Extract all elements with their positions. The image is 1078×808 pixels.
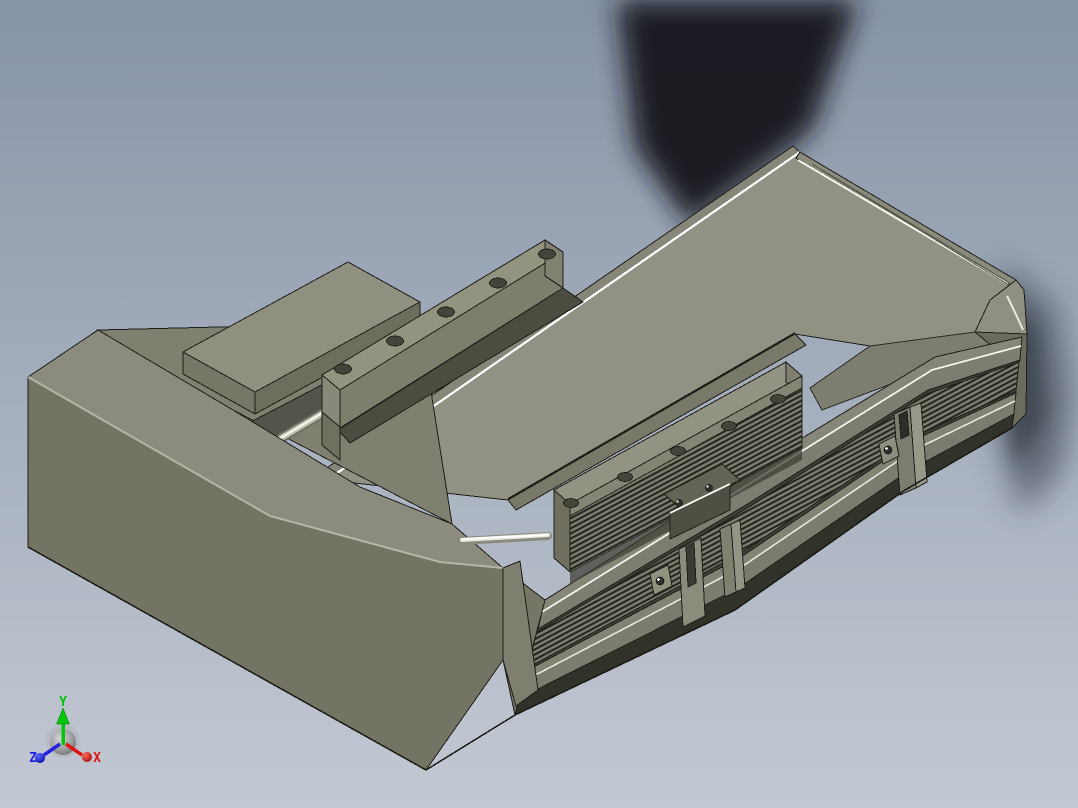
- axis-y-label: Y: [59, 695, 67, 710]
- axis-z-label: Z: [29, 751, 37, 766]
- sensor-dog-hole-center: [655, 576, 665, 586]
- bracket-right-slot: [898, 410, 910, 440]
- bracket-fork-slot: [685, 542, 697, 588]
- sensor-dog-glint-center: [657, 578, 660, 581]
- sensor-dog-hole-right: [883, 445, 893, 455]
- axis-x-label: X: [93, 751, 101, 766]
- sensor-dog-glint-right: [885, 447, 888, 450]
- cad-viewport-canvas[interactable]: Y X Z: [0, 0, 1078, 808]
- cad-viewport[interactable]: Y X Z: [0, 0, 1078, 808]
